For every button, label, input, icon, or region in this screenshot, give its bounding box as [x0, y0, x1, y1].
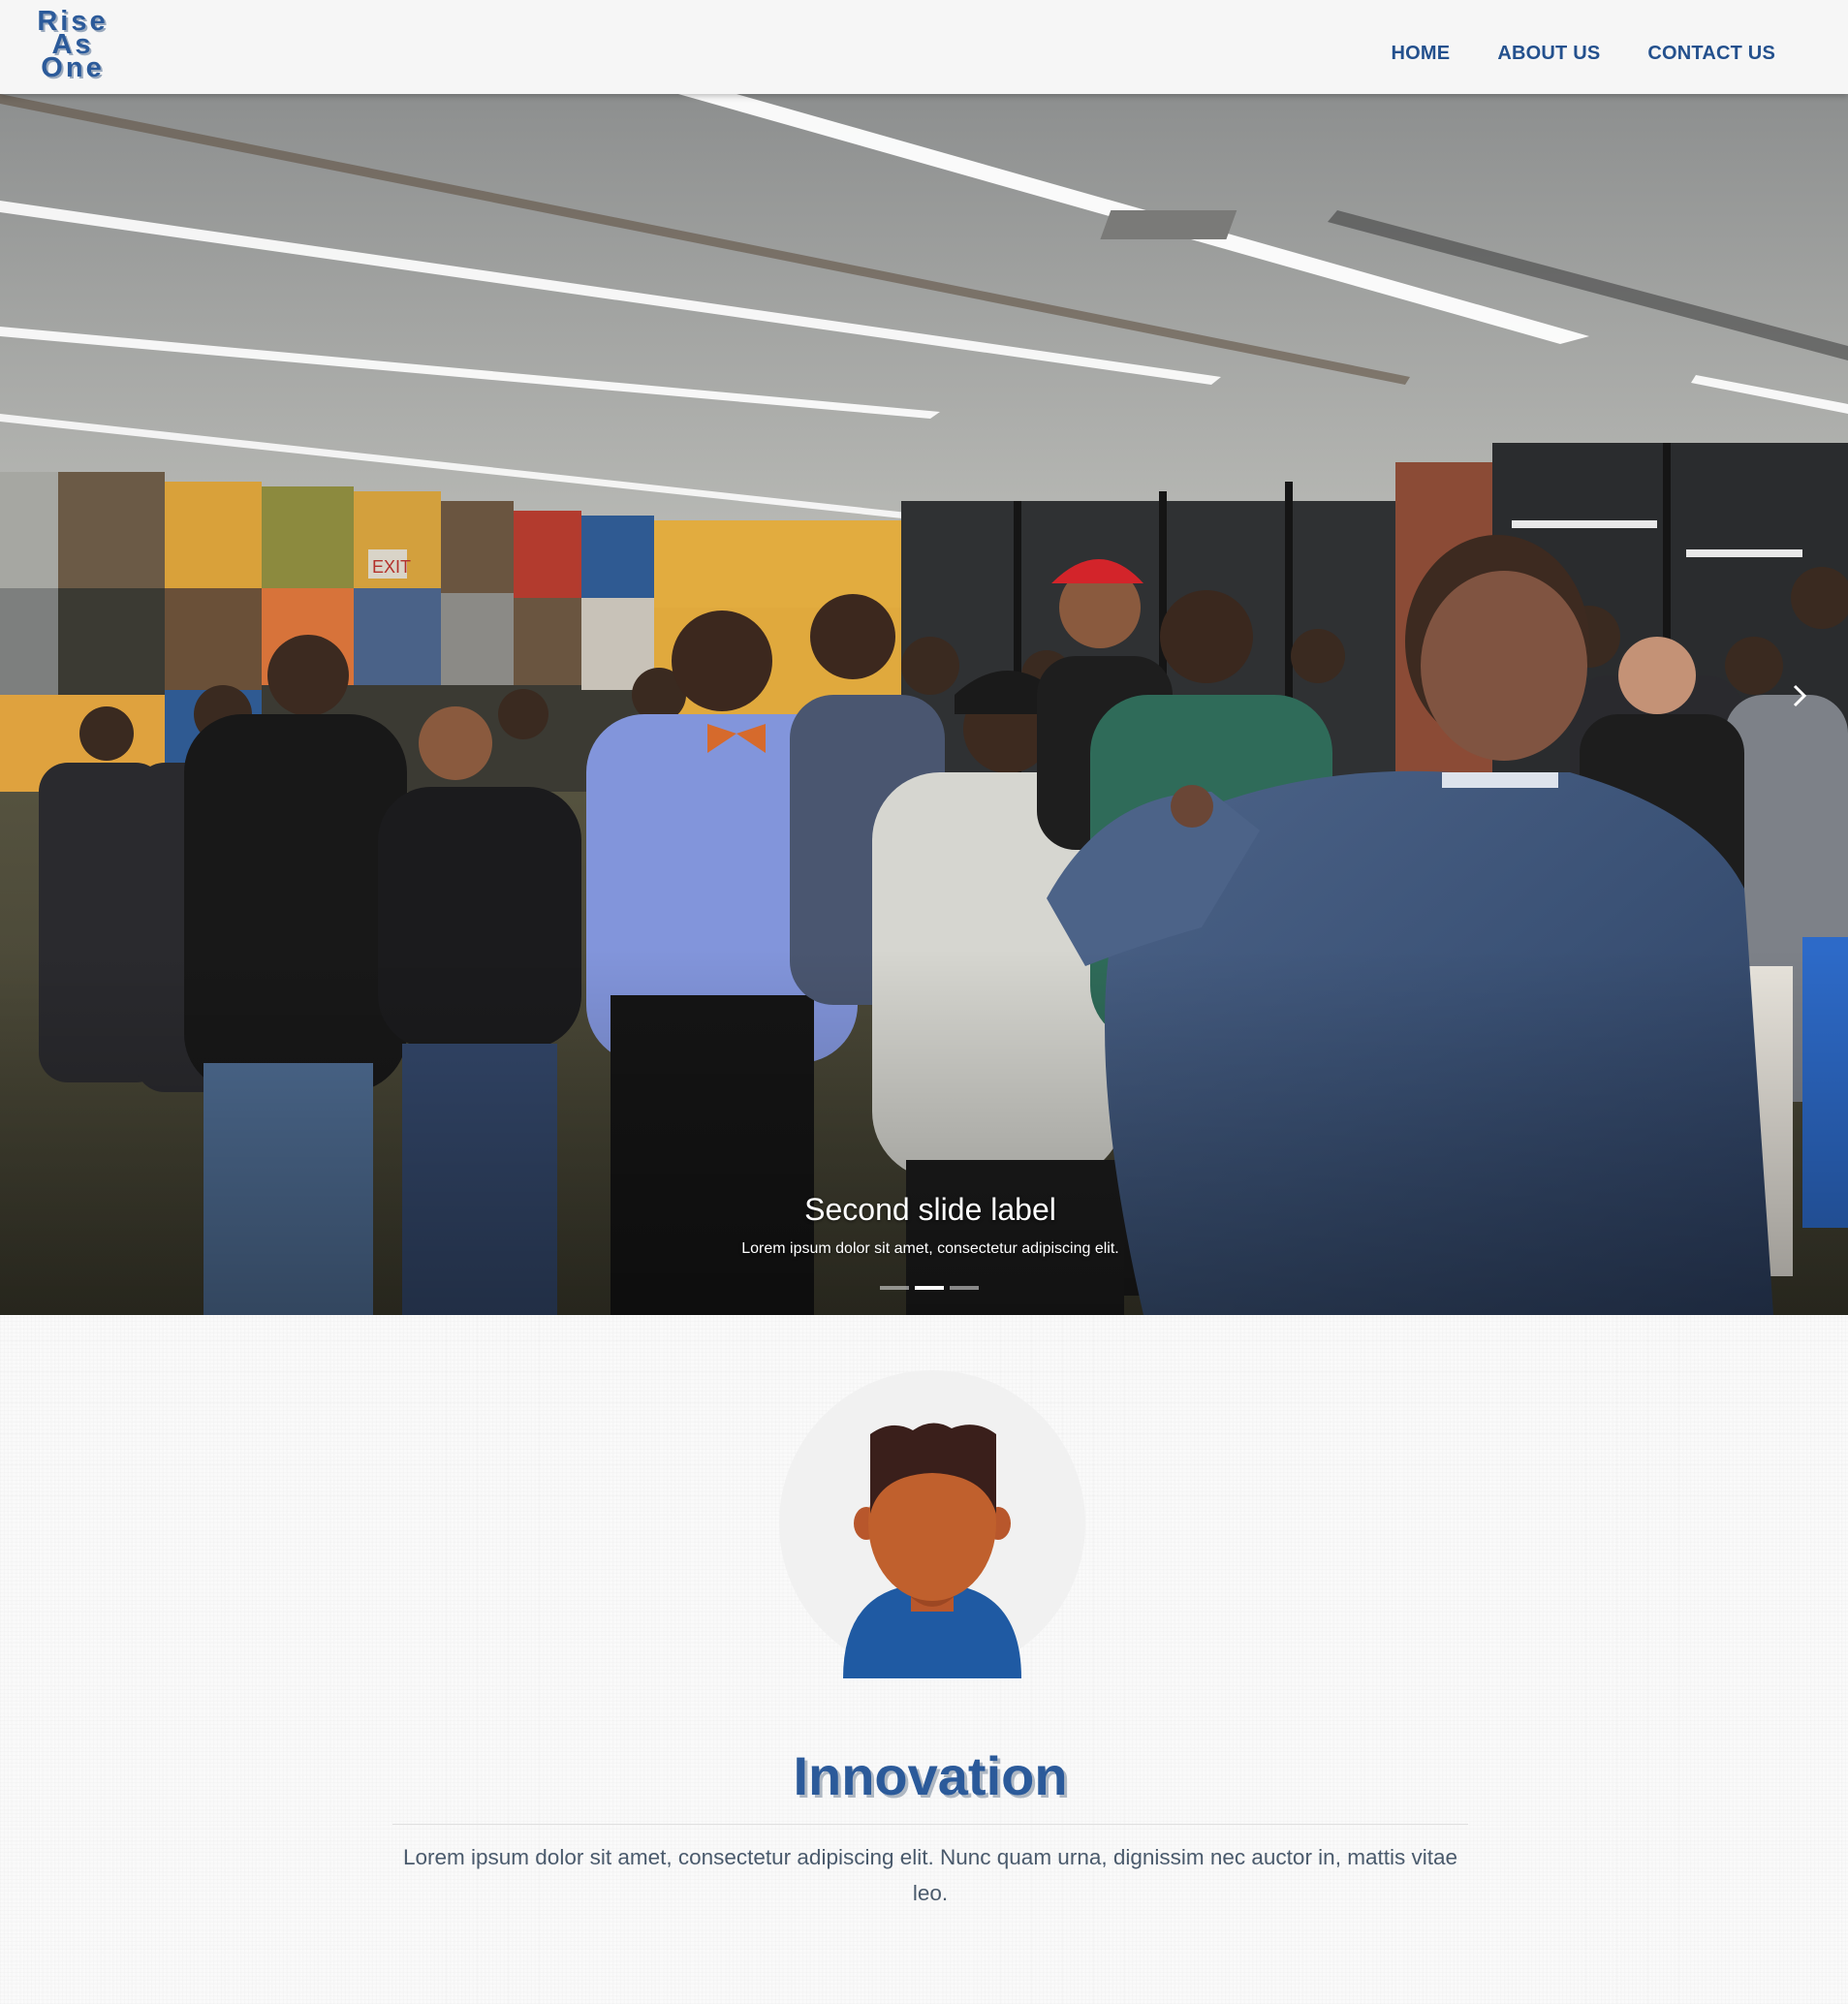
feature-divider — [392, 1824, 1468, 1825]
feature-title: Innovation — [793, 1745, 1068, 1806]
carousel-indicators — [880, 1286, 979, 1290]
carousel-indicator-3[interactable] — [950, 1286, 979, 1290]
nav-home-link[interactable]: HOME — [1392, 43, 1451, 65]
carousel-next-button[interactable] — [1788, 680, 1811, 719]
hero-slide-image: EXIT — [0, 94, 1848, 1315]
slide-caption-title: Second slide label — [804, 1192, 1056, 1227]
logo-line-one: One — [41, 52, 105, 83]
nav-about-us-link[interactable]: ABOUT US — [1497, 43, 1600, 65]
hero-carousel: EXIT — [0, 94, 1848, 1315]
carousel-indicator-2[interactable] — [915, 1286, 944, 1290]
nav-contact-us-link[interactable]: CONTACT US — [1647, 43, 1775, 65]
carousel-indicator-1[interactable] — [880, 1286, 909, 1290]
main-nav: HOME ABOUT US CONTACT US — [1392, 43, 1775, 65]
brand-logo[interactable]: Rise As One — [29, 8, 116, 83]
feature-description: Lorem ipsum dolor sit amet, consectetur … — [403, 1845, 1457, 1905]
person-avatar-icon — [779, 1370, 1085, 1678]
slide-caption-text: Lorem ipsum dolor sit amet, consectetur … — [741, 1240, 1119, 1257]
navbar: Rise As One HOME ABOUT US CONTACT US — [0, 0, 1848, 94]
chevron-right-icon — [1793, 684, 1807, 707]
